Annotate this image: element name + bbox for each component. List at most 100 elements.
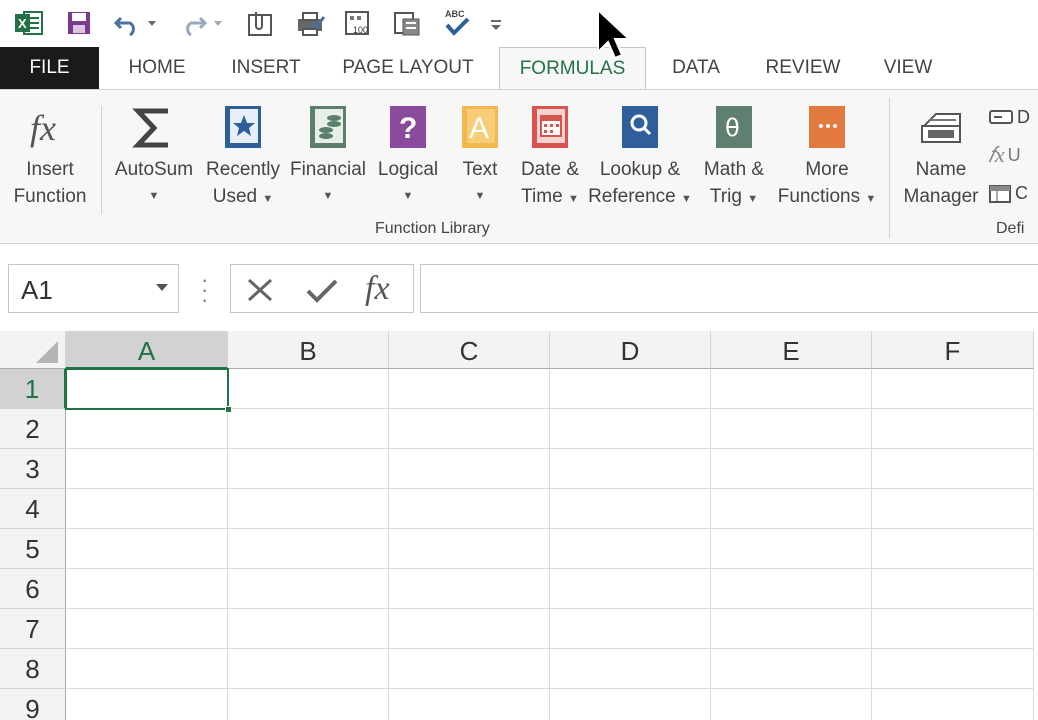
cell-e8[interactable] xyxy=(711,649,872,689)
row-header-2[interactable]: 2 xyxy=(0,409,66,449)
cell-c6[interactable] xyxy=(389,569,550,609)
save-icon[interactable] xyxy=(66,8,92,38)
row-header-1[interactable]: 1 xyxy=(0,369,66,409)
text-button[interactable]: A Text ▼ xyxy=(450,100,510,210)
cell-b2[interactable] xyxy=(228,409,389,449)
print-check-icon[interactable] xyxy=(295,8,327,38)
cell-b1[interactable] xyxy=(228,369,389,409)
cell-e9[interactable] xyxy=(711,689,872,720)
column-header-f[interactable]: F xyxy=(872,331,1034,369)
name-manager-button[interactable]: Name Manager xyxy=(898,100,984,210)
cancel-icon[interactable] xyxy=(245,277,275,303)
cell-f3[interactable] xyxy=(872,449,1034,489)
cell-a5[interactable] xyxy=(66,529,228,569)
undo-icon[interactable] xyxy=(113,8,157,38)
date-time-button[interactable]: Date & Time ▼ xyxy=(514,100,586,213)
row-header-4[interactable]: 4 xyxy=(0,489,66,529)
row-header-6[interactable]: 6 xyxy=(0,569,66,609)
active-cell-highlight[interactable] xyxy=(65,368,229,410)
tab-data[interactable]: DATA xyxy=(660,47,732,89)
cell-e4[interactable] xyxy=(711,489,872,529)
cell-f1[interactable] xyxy=(872,369,1034,409)
cell-b4[interactable] xyxy=(228,489,389,529)
column-header-d[interactable]: D xyxy=(550,331,711,369)
lookup-reference-button[interactable]: Lookup & Reference ▼ xyxy=(588,100,692,213)
tab-review[interactable]: REVIEW xyxy=(752,47,854,89)
more-functions-button[interactable]: More Functions ▼ xyxy=(774,100,880,213)
cell-c9[interactable] xyxy=(389,689,550,720)
fill-handle[interactable] xyxy=(225,406,232,413)
cell-c1[interactable] xyxy=(389,369,550,409)
cell-d3[interactable] xyxy=(550,449,711,489)
insert-function-button[interactable]: fx Insert Function xyxy=(6,100,94,210)
cell-a9[interactable] xyxy=(66,689,228,720)
cell-f5[interactable] xyxy=(872,529,1034,569)
cell-b5[interactable] xyxy=(228,529,389,569)
cell-e7[interactable] xyxy=(711,609,872,649)
cell-f8[interactable] xyxy=(872,649,1034,689)
name-box[interactable]: A1 xyxy=(8,264,179,313)
cell-d1[interactable] xyxy=(550,369,711,409)
cell-b6[interactable] xyxy=(228,569,389,609)
tab-file[interactable]: FILE xyxy=(0,47,99,89)
cell-b9[interactable] xyxy=(228,689,389,720)
customize-icon[interactable] xyxy=(488,8,504,38)
select-all-button[interactable] xyxy=(0,331,66,369)
cell-b8[interactable] xyxy=(228,649,389,689)
formula-input[interactable] xyxy=(420,264,1038,313)
cell-d8[interactable] xyxy=(550,649,711,689)
recently-used-button[interactable]: Recently Used ▼ xyxy=(201,100,285,213)
cell-b7[interactable] xyxy=(228,609,389,649)
define-name-button[interactable]: D xyxy=(988,102,1038,132)
cell-a3[interactable] xyxy=(66,449,228,489)
attach-icon[interactable] xyxy=(246,8,276,38)
cell-d5[interactable] xyxy=(550,529,711,569)
spelling-icon[interactable]: ABC xyxy=(442,8,472,38)
cell-a6[interactable] xyxy=(66,569,228,609)
cell-e5[interactable] xyxy=(711,529,872,569)
row-header-5[interactable]: 5 xyxy=(0,529,66,569)
resize-handle[interactable]: · · · xyxy=(201,269,208,311)
tab-insert[interactable]: INSERT xyxy=(220,47,312,89)
row-header-3[interactable]: 3 xyxy=(0,449,66,489)
column-header-e[interactable]: E xyxy=(711,331,872,369)
number-format-icon[interactable]: 100 xyxy=(343,8,375,38)
enter-check-icon[interactable] xyxy=(305,277,339,303)
cell-d2[interactable] xyxy=(550,409,711,449)
cell-c8[interactable] xyxy=(389,649,550,689)
cell-a7[interactable] xyxy=(66,609,228,649)
cell-d7[interactable] xyxy=(550,609,711,649)
row-header-7[interactable]: 7 xyxy=(0,609,66,649)
chevron-down-icon[interactable] xyxy=(156,284,168,291)
excel-logo-icon[interactable]: X xyxy=(14,8,44,38)
cell-f6[interactable] xyxy=(872,569,1034,609)
financial-button[interactable]: Financial ▼ xyxy=(287,100,369,210)
math-trig-button[interactable]: θ Math & Trig ▼ xyxy=(694,100,774,213)
tab-page-layout[interactable]: PAGE LAYOUT xyxy=(330,47,486,89)
cell-c7[interactable] xyxy=(389,609,550,649)
insert-function-fx-icon[interactable]: fx xyxy=(365,270,390,308)
cell-c5[interactable] xyxy=(389,529,550,569)
cell-e6[interactable] xyxy=(711,569,872,609)
cell-a8[interactable] xyxy=(66,649,228,689)
cell-a2[interactable] xyxy=(66,409,228,449)
cell-f7[interactable] xyxy=(872,609,1034,649)
cell-d9[interactable] xyxy=(550,689,711,720)
cell-a4[interactable] xyxy=(66,489,228,529)
cell-c3[interactable] xyxy=(389,449,550,489)
cell-b3[interactable] xyxy=(228,449,389,489)
tab-home[interactable]: HOME xyxy=(112,47,202,89)
cell-f4[interactable] xyxy=(872,489,1034,529)
cell-f9[interactable] xyxy=(872,689,1034,720)
cell-c2[interactable] xyxy=(389,409,550,449)
cell-f2[interactable] xyxy=(872,409,1034,449)
column-header-b[interactable]: B xyxy=(228,331,389,369)
logical-button[interactable]: ? Logical ▼ xyxy=(372,100,444,210)
create-from-selection-button[interactable]: C xyxy=(988,178,1038,208)
cell-e1[interactable] xyxy=(711,369,872,409)
column-header-c[interactable]: C xyxy=(389,331,550,369)
cell-c4[interactable] xyxy=(389,489,550,529)
cell-d4[interactable] xyxy=(550,489,711,529)
column-header-a[interactable]: A xyxy=(66,331,228,369)
use-in-formula-button[interactable]: 𝑓x U xyxy=(988,140,1038,170)
